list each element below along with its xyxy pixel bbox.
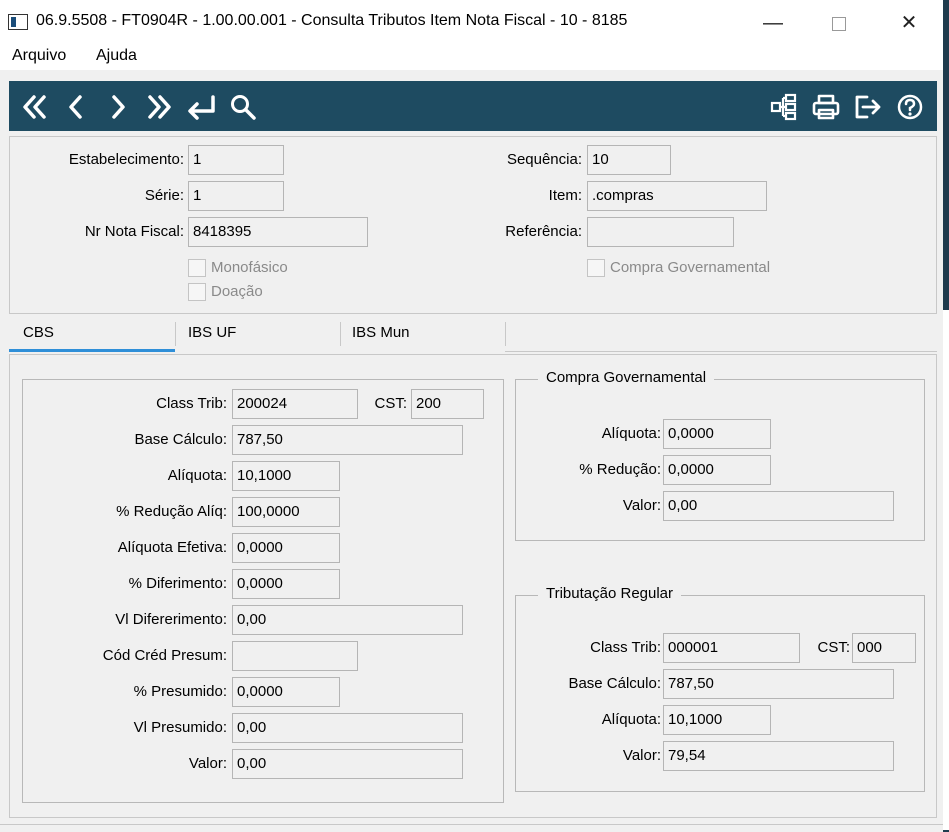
tr-aliquota-label: Alíquota: (601, 711, 661, 728)
header-panel: Estabelecimento: 1 Série: 1 Nr Nota Fisc… (9, 136, 937, 314)
help-icon[interactable] (893, 81, 927, 131)
diferimento-label: % Diferimento: (128, 575, 227, 592)
print-icon[interactable] (809, 81, 843, 131)
bottom-divider (0, 824, 943, 825)
tr-cst-field[interactable]: 000 (852, 633, 916, 663)
reducao-aliq-field[interactable]: 100,0000 (232, 497, 340, 527)
tr-class-trib-field[interactable]: 000001 (663, 633, 800, 663)
tab-ibs-uf[interactable]: IBS UF (175, 320, 340, 352)
background-window-edge (943, 0, 949, 832)
cg-aliquota-label: Alíquota: (601, 425, 661, 442)
search-icon[interactable] (227, 81, 259, 131)
aliquota-label: Alíquota: (167, 467, 227, 484)
tr-base-calculo-field[interactable]: 787,50 (663, 669, 894, 699)
serie-field[interactable]: 1 (188, 181, 284, 211)
exit-icon[interactable] (851, 81, 885, 131)
window-title-bar: 06.9.5508 - FT0904R - 1.00.00.001 - Cons… (0, 0, 949, 44)
nr-nota-fiscal-field[interactable]: 8418395 (188, 217, 368, 247)
cg-aliquota-field[interactable]: 0,0000 (663, 419, 771, 449)
menu-bar: Arquivo Ajuda (0, 44, 943, 70)
compra-governamental-title: Compra Governamental (538, 369, 715, 386)
class-trib-field[interactable]: 200024 (232, 389, 358, 419)
aliquota-efetiva-label: Alíquota Efetiva: (117, 539, 227, 556)
monofasico-label: Monofásico (211, 259, 288, 276)
tr-cst-label: CST: (817, 639, 850, 656)
serie-label: Série: (144, 187, 184, 204)
cod-cred-presum-label: Cód Créd Presum: (102, 647, 227, 664)
cst-label: CST: (374, 395, 407, 412)
estabelecimento-field[interactable]: 1 (188, 145, 284, 175)
tab-cbs[interactable]: CBS (9, 320, 175, 352)
tr-aliquota-field[interactable]: 10,1000 (663, 705, 771, 735)
cg-valor-label: Valor: (622, 497, 661, 514)
structure-icon[interactable] (767, 81, 801, 131)
close-button[interactable]: ✕ (886, 8, 932, 38)
tab-ibs-mun[interactable]: IBS Mun (340, 320, 505, 352)
previous-icon[interactable] (61, 81, 91, 131)
vl-presumido-field[interactable]: 0,00 (232, 713, 463, 743)
doacao-label: Doação (211, 283, 263, 300)
compra-governamental-checkbox[interactable] (587, 259, 605, 277)
valor-field[interactable]: 0,00 (232, 749, 463, 779)
aliquota-field[interactable]: 10,1000 (232, 461, 340, 491)
presumido-field[interactable]: 0,0000 (232, 677, 340, 707)
cg-reducao-label: % Redução: (579, 461, 661, 478)
minimize-button[interactable]: — (750, 8, 796, 38)
sequencia-field[interactable]: 10 (587, 145, 671, 175)
aliquota-efetiva-field[interactable]: 0,0000 (232, 533, 340, 563)
reducao-aliq-label: % Redução Alíq: (116, 503, 227, 520)
tr-base-calculo-label: Base Cálculo: (568, 675, 661, 692)
menu-arquivo[interactable]: Arquivo (12, 47, 66, 65)
first-icon[interactable] (17, 81, 51, 131)
class-trib-label: Class Trib: (156, 395, 227, 412)
cg-valor-field[interactable]: 0,00 (663, 491, 894, 521)
referencia-field[interactable] (587, 217, 734, 247)
cg-reducao-field[interactable]: 0,0000 (663, 455, 771, 485)
tributacao-regular-group: Tributação Regular Class Trib: 000001 CS… (515, 585, 925, 792)
tr-class-trib-label: Class Trib: (590, 639, 661, 656)
base-calculo-field[interactable]: 787,50 (232, 425, 463, 455)
menu-ajuda[interactable]: Ajuda (96, 47, 137, 65)
doacao-checkbox[interactable] (188, 283, 206, 301)
next-icon[interactable] (103, 81, 133, 131)
maximize-button[interactable] (816, 8, 862, 38)
base-calculo-label: Base Cálculo: (134, 431, 227, 448)
cst-field[interactable]: 200 (411, 389, 484, 419)
tr-valor-label: Valor: (622, 747, 661, 764)
vl-diferimento-label: Vl Difererimento: (115, 611, 227, 628)
goto-icon[interactable] (183, 81, 221, 131)
sequencia-label: Sequência: (506, 151, 582, 168)
cod-cred-presum-field[interactable] (232, 641, 358, 671)
window-title: 06.9.5508 - FT0904R - 1.00.00.001 - Cons… (36, 12, 628, 29)
item-field[interactable]: .compras (587, 181, 767, 211)
nr-nota-fiscal-label: Nr Nota Fiscal: (84, 223, 184, 240)
monofasico-checkbox[interactable] (188, 259, 206, 277)
presumido-label: % Presumido: (133, 683, 227, 700)
toolbar (9, 81, 937, 131)
diferimento-field[interactable]: 0,0000 (232, 569, 340, 599)
tributacao-regular-title: Tributação Regular (538, 585, 682, 602)
cbs-values-group: Class Trib: 200024 CST: 200 Base Cálculo… (22, 379, 504, 803)
compra-governamental-group: Compra Governamental Alíquota: 0,0000 % … (515, 369, 925, 541)
valor-label: Valor: (188, 755, 227, 772)
item-label: Item: (548, 187, 582, 204)
compra-governamental-label: Compra Governamental (610, 259, 771, 276)
cbs-tab-content: Class Trib: 200024 CST: 200 Base Cálculo… (9, 354, 937, 818)
referencia-label: Referência: (505, 223, 582, 240)
maximize-icon (832, 16, 846, 31)
vl-presumido-label: Vl Presumido: (133, 719, 227, 736)
tr-valor-field[interactable]: 79,54 (663, 741, 894, 771)
app-icon (8, 14, 28, 30)
vl-diferimento-field[interactable]: 0,00 (232, 605, 463, 635)
last-icon[interactable] (143, 81, 177, 131)
estabelecimento-label: Estabelecimento: (68, 151, 184, 168)
tab-bar: CBS IBS UF IBS Mun (9, 320, 937, 352)
